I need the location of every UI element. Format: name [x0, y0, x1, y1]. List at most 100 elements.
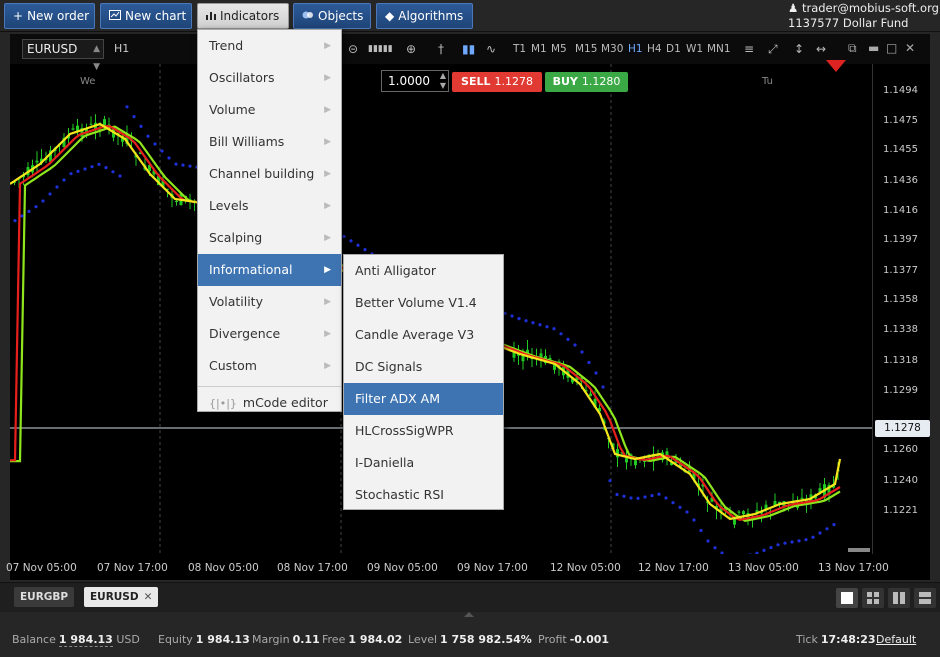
- grid-layout-icon: [867, 592, 879, 604]
- maximize-icon[interactable]: □: [886, 41, 897, 55]
- submenu-item-filter-adx-am[interactable]: Filter ADX AM: [344, 383, 503, 415]
- parabolic-dot: [566, 337, 570, 341]
- menu-item-channel-building[interactable]: Channel building ▶: [198, 158, 341, 190]
- buy-price: 1.1280: [581, 75, 621, 88]
- submenu-item-better-volume-v1-4[interactable]: Better Volume V1.4: [344, 287, 503, 319]
- parabolic-dot: [650, 494, 654, 498]
- horizontal-scale-icon[interactable]: ↔: [816, 42, 826, 56]
- zoom-out-icon[interactable]: ⊝: [348, 42, 358, 56]
- menu-item-divergence[interactable]: Divergence ▶: [198, 318, 341, 350]
- default-workspace-link[interactable]: Default: [876, 633, 916, 646]
- timeframe-h4[interactable]: H4: [647, 43, 662, 55]
- layout-horizontal-button[interactable]: [914, 588, 936, 608]
- submenu-arrow-icon: ▶: [324, 233, 331, 243]
- crosshair-icon[interactable]: †: [438, 42, 444, 56]
- parabolic-dot: [818, 531, 822, 535]
- tab-eurgbp[interactable]: EURGBP: [14, 587, 75, 607]
- timeframe-w1[interactable]: W1: [686, 43, 703, 55]
- day-marker: Tu: [761, 76, 773, 87]
- submenu-arrow-icon: ▶: [324, 169, 331, 179]
- parabolic-dot: [76, 169, 80, 173]
- tab-eurusd[interactable]: EURUSD ✕: [84, 587, 159, 607]
- close-tab-icon[interactable]: ✕: [144, 591, 153, 603]
- menu-item-custom[interactable]: Custom ▶: [198, 350, 341, 382]
- chart-scrollbar[interactable]: [848, 548, 870, 552]
- line-chart-icon[interactable]: ∿: [486, 42, 496, 56]
- candles-icon[interactable]: ▮▮: [462, 42, 475, 56]
- symbol-select[interactable]: EURUSD ▲ ▼: [22, 39, 104, 72]
- menu-item-levels[interactable]: Levels ▶: [198, 190, 341, 222]
- objects-button[interactable]: Objects: [293, 3, 371, 29]
- time-axis[interactable]: 07 Nov 05:00 07 Nov 17:00 08 Nov 05:00 08 N…: [6, 554, 889, 580]
- mcode-editor-label: mCode editor: [242, 395, 328, 410]
- parabolic-dot: [97, 162, 101, 166]
- parabolic-dot: [349, 239, 353, 243]
- price-alert-marker[interactable]: [826, 60, 846, 72]
- menu-item-label: Volume: [209, 102, 256, 117]
- zoom-in-icon[interactable]: ⊕: [406, 42, 416, 56]
- indicators-menu: Trend ▶ Oscillators ▶ Volume ▶ Bill Williams ▶ C…: [197, 29, 342, 412]
- parabolic-dot: [594, 371, 598, 375]
- price-axis[interactable]: 1.1494 1.1475 1.1455 1.1436 1.1416 1.1397 1.13…: [872, 64, 930, 554]
- algorithms-button[interactable]: ◆ Algorithms: [376, 3, 473, 29]
- quantity-input[interactable]: 1.0000 ▲ ▼: [381, 70, 449, 92]
- equity-value: 1 984.13: [195, 633, 250, 646]
- parabolic-dot: [146, 134, 150, 138]
- equity: Equity 1 984.13: [158, 633, 250, 646]
- layout-single-button[interactable]: [836, 588, 858, 608]
- menu-item-label: Informational: [209, 262, 293, 277]
- timeframe-d1[interactable]: D1: [666, 43, 681, 55]
- parabolic-dot: [699, 528, 703, 533]
- timeframe-m5[interactable]: M5: [551, 43, 567, 55]
- timeframe-m15[interactable]: M15: [575, 43, 597, 55]
- price-tick-label: 1.1260: [883, 444, 918, 455]
- submenu-item-stochastic-rsi[interactable]: Stochastic RSI: [344, 479, 503, 511]
- zoom-slider-icon[interactable]: ▮▮▮▮▮: [368, 44, 393, 54]
- indicators-button[interactable]: Indicators: [197, 3, 289, 29]
- detach-icon[interactable]: ⧉: [848, 41, 857, 56]
- menu-item-scalping[interactable]: Scalping ▶: [198, 222, 341, 254]
- fit-icon[interactable]: ⤢: [768, 42, 778, 57]
- account-selector[interactable]: 1137577 Dollar Fund: [788, 16, 936, 31]
- timeframe-h1[interactable]: H1: [628, 43, 643, 55]
- new-order-button[interactable]: + New order: [4, 3, 95, 29]
- submenu-item-label: HLCrossSigWPR: [355, 423, 454, 438]
- menu-item-volatility[interactable]: Volatility ▶: [198, 286, 341, 318]
- objects-label: Objects: [318, 9, 364, 23]
- indicator-settings-icon[interactable]: ≡: [744, 42, 754, 56]
- minimize-icon[interactable]: ▬: [868, 41, 879, 55]
- menu-item-trend[interactable]: Trend ▶: [198, 30, 341, 62]
- submenu-item-dc-signals[interactable]: DC Signals: [344, 351, 503, 383]
- menu-item-oscillators[interactable]: Oscillators ▶: [198, 62, 341, 94]
- current-price-badge: 1.1278: [875, 420, 930, 437]
- parabolic-dot: [118, 174, 122, 178]
- close-icon[interactable]: ✕: [905, 41, 915, 55]
- candle-body: [737, 511, 741, 513]
- menu-item-bill-williams[interactable]: Bill Williams ▶: [198, 126, 341, 158]
- layout-grid-button[interactable]: [862, 588, 884, 608]
- timeframe-mn1[interactable]: MN1: [707, 43, 731, 55]
- timeframe-t1[interactable]: T1: [513, 43, 526, 55]
- submenu-item-i-daniella[interactable]: I-Daniella: [344, 447, 503, 479]
- time-tick-label: 09 Nov 17:00: [457, 562, 528, 574]
- code-icon: {|•|}: [209, 397, 237, 410]
- timeframe-m1[interactable]: M1: [531, 43, 547, 55]
- spinner-icon[interactable]: ▲ ▼: [440, 71, 446, 91]
- sell-button[interactable]: SELL 1.1278: [452, 72, 542, 92]
- menu-item-volume[interactable]: Volume ▶: [198, 94, 341, 126]
- submenu-item-hlcrosssigwpr[interactable]: HLCrossSigWPR: [344, 415, 503, 447]
- buy-button[interactable]: BUY 1.1280: [545, 72, 628, 92]
- submenu-arrow-icon: ▶: [324, 137, 331, 147]
- layout-vertical-button[interactable]: [888, 588, 910, 608]
- vertical-scale-icon[interactable]: ↕: [794, 42, 804, 56]
- candle-body: [800, 497, 804, 499]
- submenu-item-candle-average-v3[interactable]: Candle Average V3: [344, 319, 503, 351]
- submenu-item-anti-alligator[interactable]: Anti Alligator: [344, 255, 503, 287]
- timeframe-m30[interactable]: M30: [601, 43, 623, 55]
- account-user: trader@mobius-soft.org: [801, 1, 939, 15]
- new-chart-button[interactable]: New chart: [100, 3, 192, 29]
- parabolic-dot: [622, 494, 626, 498]
- panel-resize-grip[interactable]: [464, 612, 474, 617]
- menu-item-mcode-editor[interactable]: {|•|} mCode editor: [198, 386, 341, 418]
- menu-item-informational[interactable]: Informational ▶: [198, 254, 341, 286]
